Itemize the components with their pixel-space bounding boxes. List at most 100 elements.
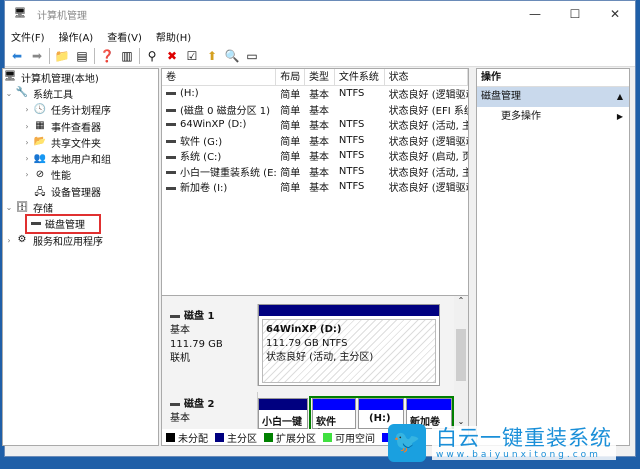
tree-shared-folders[interactable]: › 📂 共享文件夹 (3, 134, 158, 150)
menu-file[interactable]: 文件(F) (11, 29, 45, 44)
list-icon[interactable]: ▭ (244, 48, 260, 64)
partition-g[interactable]: 软件 (G (312, 398, 356, 439)
collapse-icon[interactable]: ▲ (617, 87, 623, 107)
actions-pane: 操作 磁盘管理 ▲ 更多操作 ▶ (476, 68, 630, 446)
cell: 新加卷 (I:) (162, 179, 276, 194)
close-button[interactable]: ✕ (595, 7, 635, 21)
storage-icon: 🗄 (15, 201, 29, 213)
cell: 基本 (309, 167, 330, 179)
col-status[interactable]: 状态 (385, 69, 468, 85)
tree-services[interactable]: › ⚙ 服务和应用程序 (3, 232, 158, 248)
cell: 基本 (309, 136, 330, 148)
bird-icon: 🐦 (388, 424, 426, 462)
volume-icon (166, 186, 176, 190)
col-filesystem[interactable]: 文件系统 (335, 69, 385, 85)
partition-e[interactable]: 小白一键 (258, 398, 308, 429)
table-row[interactable]: 软件 (G:) 简单 基本 NTFS 状态良好 (逻辑驱动 (162, 133, 468, 149)
action-pane-icon[interactable]: ▥ (119, 48, 135, 64)
chevron-down-icon[interactable]: ⌄ (3, 89, 15, 98)
computer-icon: 🖥 (3, 71, 17, 83)
tree-system-tools[interactable]: ⌄ 🔧 系统工具 (3, 85, 158, 101)
minimize-button[interactable]: — (515, 7, 555, 21)
chevron-right-icon[interactable]: › (21, 138, 33, 147)
partition-d[interactable]: 64WinXP (D:) 111.79 GB NTFS 状态良好 (活动, 主分… (258, 304, 440, 386)
table-row[interactable]: (磁盘 0 磁盘分区 1) 简单 基本 状态良好 (EFI 系统 (162, 102, 468, 118)
table-row[interactable]: 系统 (C:) 简单 基本 NTFS 状态良好 (启动, 页 (162, 148, 468, 164)
cell: 基本 (309, 90, 330, 102)
menu-view[interactable]: 查看(V) (107, 29, 142, 44)
up-folder-icon[interactable]: 📁 (54, 48, 70, 64)
legend-label: 可用空间 (335, 433, 375, 445)
tree-storage[interactable]: ⌄ 🗄 存储 (3, 199, 158, 216)
cell: 基本 (309, 105, 330, 117)
services-icon: ⚙ (17, 234, 27, 246)
legend-label: 扩展分区 (276, 433, 316, 445)
tree-performance[interactable]: › ⊘ 性能 (3, 167, 158, 183)
cell: NTFS (338, 134, 365, 146)
clock-icon: 🕓 (33, 103, 47, 115)
col-type[interactable]: 类型 (305, 69, 335, 85)
chevron-right-icon[interactable]: › (3, 236, 15, 245)
col-volume[interactable]: 卷 (162, 69, 277, 85)
graph-scrollbar[interactable]: ⌃ ⌄ (454, 296, 468, 428)
cell: 简单 (280, 136, 301, 148)
chevron-right-icon[interactable]: › (21, 122, 33, 131)
tree-event-viewer[interactable]: › ▦ 事件查看器 (3, 118, 158, 134)
cell: NTFS (338, 150, 365, 162)
properties-icon[interactable]: ☑ (184, 48, 200, 64)
menu-help[interactable]: 帮助(H) (156, 29, 191, 44)
cell: 状态良好 (逻辑驱动 (388, 90, 468, 102)
table-row[interactable]: (H:) 简单 基本 NTFS 状态良好 (逻辑驱动 (162, 86, 468, 102)
navigation-tree: 🖥 计算机管理(本地) ⌄ 🔧 系统工具 › 🕓 任务计划程序 › ▦ 事件查看器 › 📂 共享文… (2, 68, 159, 446)
table-row[interactable]: 新加卷 (I:) 简单 基本 NTFS 状态良好 (逻辑驱动 (162, 179, 468, 195)
disk1-label[interactable]: 磁盘 1 基本 111.79 GB 联机 (162, 304, 258, 386)
chevron-right-icon[interactable]: › (21, 105, 33, 114)
cell: (H:) (162, 88, 276, 99)
more-actions[interactable]: 更多操作 ▶ (477, 107, 629, 127)
table-row[interactable]: 64WinXP (D:) 简单 基本 NTFS 状态良好 (活动, 主 (162, 117, 468, 133)
chevron-down-icon[interactable]: ⌄ (3, 203, 15, 212)
cell: 简单 (280, 152, 301, 164)
cell: 状态良好 (逻辑驱动 (388, 136, 468, 148)
cell: 简单 (280, 105, 301, 117)
chevron-right-icon[interactable]: › (21, 154, 33, 163)
back-icon[interactable]: ⬅ (9, 48, 25, 64)
tree-task-scheduler[interactable]: › 🕓 任务计划程序 (3, 102, 158, 118)
show-hide-tree-icon[interactable]: ▤ (74, 48, 90, 64)
volume-list-pane: 卷 布局 类型 文件系统 状态 (H:) 简单 基本 NTFS 状态良好 (逻辑驱动 (磁… (161, 68, 469, 446)
performance-icon: ⊘ (35, 168, 45, 180)
import-icon[interactable]: ⬆ (204, 48, 220, 64)
maximize-button[interactable]: ☐ (555, 7, 595, 21)
device-manager-icon: 🖧 (34, 187, 46, 199)
computer-management-icon: 🖥 (13, 8, 27, 19)
disk2-label[interactable]: 磁盘 2 基本 (162, 392, 258, 429)
volume-icon (166, 91, 176, 95)
volume-icon (166, 171, 176, 175)
table-row[interactable]: 小白一键重装系统 (E:) 简单 基本 NTFS 状态良好 (活动, 主 (162, 164, 468, 180)
legend-label: 主分区 (227, 433, 257, 445)
help-icon[interactable]: ❓ (99, 48, 115, 64)
tools-icon: 🔧 (15, 87, 29, 99)
menu-action[interactable]: 操作(A) (59, 29, 94, 44)
chevron-right-icon[interactable]: › (21, 170, 33, 179)
cell: 状态良好 (活动, 主 (388, 121, 468, 133)
tree-disk-management[interactable]: 磁盘管理 (25, 213, 101, 235)
cell: 简单 (280, 121, 301, 133)
forward-icon[interactable]: ➡ (29, 48, 45, 64)
connect-icon[interactable]: ⚲ (144, 48, 160, 64)
cell: 系统 (C:) (162, 148, 276, 163)
tree-local-users[interactable]: › 👥 本地用户和组 (3, 150, 158, 167)
toolbar: ⬅ ➡ 📁 ▤ ❓ ▥ ⚲ ✖ ☑ ⬆ 🔍 ▭ (5, 45, 635, 67)
disk-icon (31, 222, 41, 226)
delete-icon[interactable]: ✖ (164, 48, 180, 64)
event-viewer-icon: ▦ (35, 120, 45, 132)
actions-section-disk-management[interactable]: 磁盘管理 ▲ (477, 87, 629, 107)
tree-device-manager[interactable]: 🖧 设备管理器 (3, 183, 158, 199)
volume-icon (166, 109, 176, 113)
search-icon[interactable]: 🔍 (224, 48, 240, 64)
title-bar: 🖥 计算机管理 — ☐ ✕ (5, 1, 635, 27)
tree-root[interactable]: 🖥 计算机管理(本地) (3, 69, 158, 85)
col-layout[interactable]: 布局 (276, 69, 306, 85)
disk-graph-view: 磁盘 1 基本 111.79 GB 联机 64WinXP (D:) 111.79… (162, 295, 468, 445)
submenu-arrow-icon: ▶ (616, 112, 623, 121)
